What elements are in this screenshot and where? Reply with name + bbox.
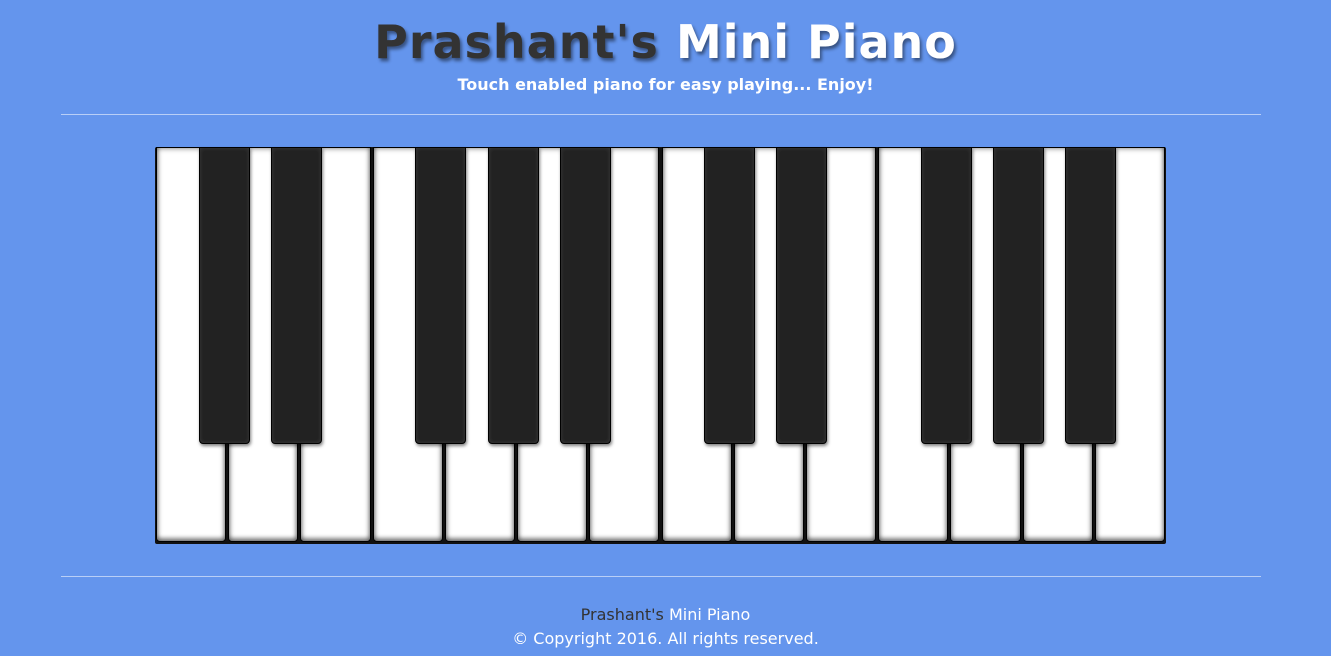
title-app-name: Mini Piano	[675, 15, 957, 69]
black-key[interactable]	[1065, 147, 1117, 444]
top-divider	[61, 114, 1261, 115]
title-owner: Prashant's	[374, 15, 659, 69]
black-key[interactable]	[487, 147, 539, 444]
page-subtitle: Touch enabled piano for easy playing... …	[457, 75, 874, 94]
black-key[interactable]	[559, 147, 611, 444]
black-key[interactable]	[415, 147, 467, 444]
black-key[interactable]	[993, 147, 1045, 444]
page-title: Prashant's Mini Piano	[0, 14, 1331, 70]
footer-brand: Prashant's Mini Piano	[0, 605, 1331, 625]
black-key[interactable]	[776, 147, 828, 444]
copyright-text: © Copyright 2016. All rights reserved.	[512, 629, 819, 648]
footer-brand-owner: Prashant's	[580, 605, 664, 624]
black-key[interactable]	[198, 147, 250, 444]
footer-brand-app-name: Mini Piano	[668, 605, 751, 624]
bottom-divider	[61, 576, 1261, 577]
black-key[interactable]	[704, 147, 756, 444]
black-key[interactable]	[920, 147, 972, 444]
piano-keyboard	[155, 147, 1166, 544]
black-key[interactable]	[270, 147, 322, 444]
